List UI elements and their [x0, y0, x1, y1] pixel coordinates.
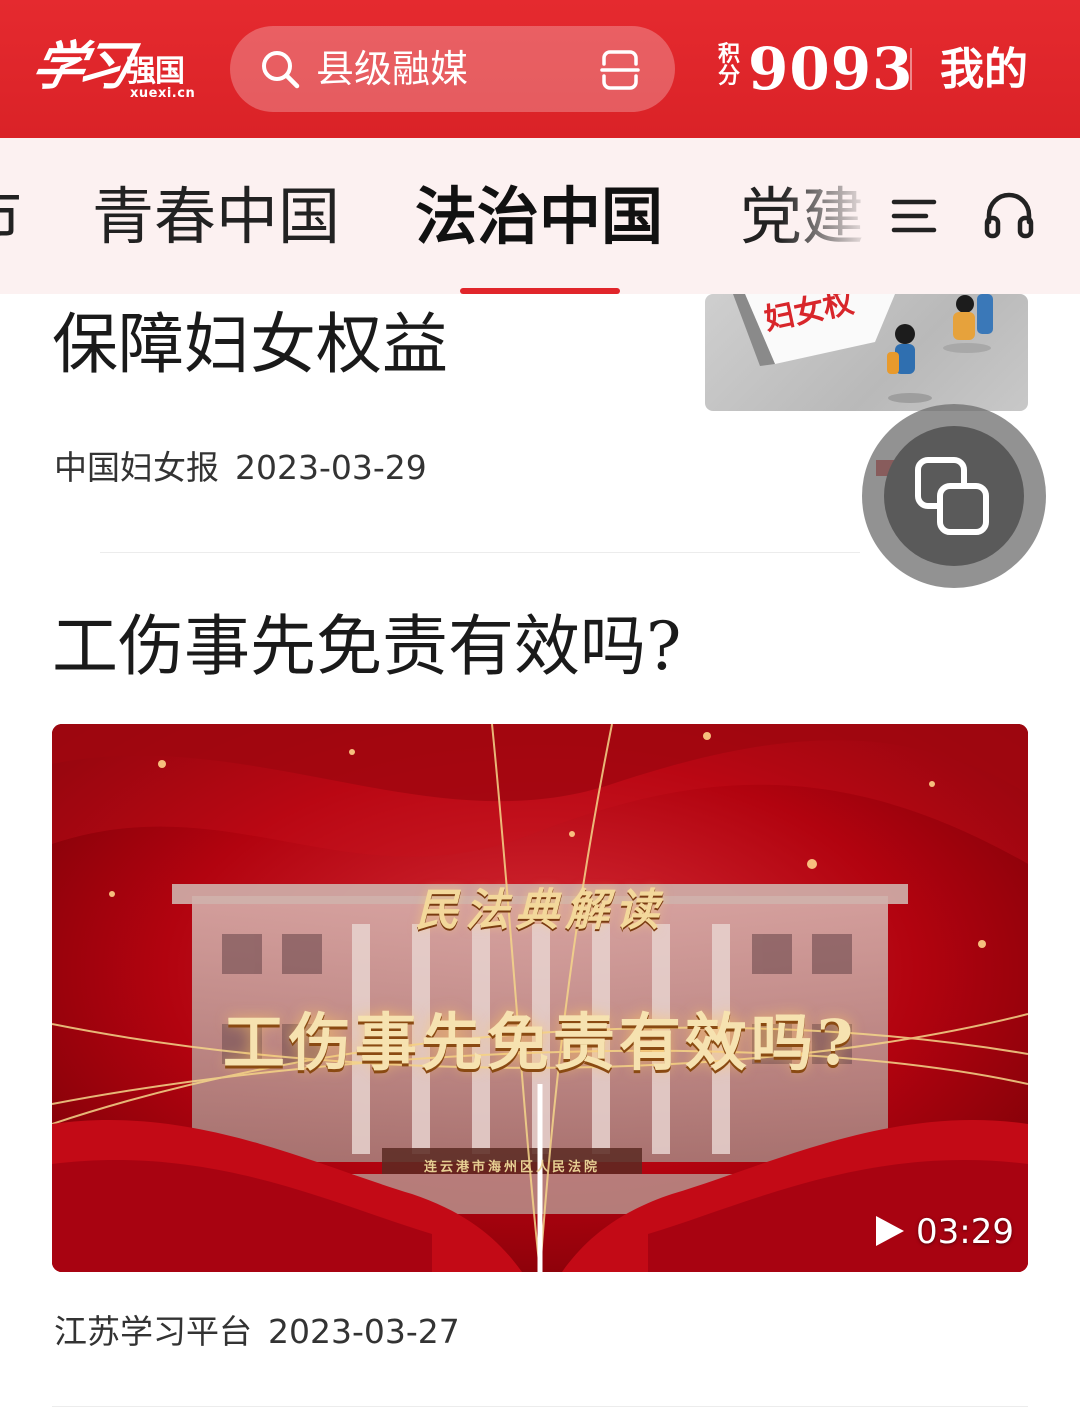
logo-text: 强国	[126, 54, 185, 89]
search-placeholder: 县级融媒	[316, 47, 469, 91]
points-value[interactable]: 9093	[748, 34, 913, 104]
video-overlay-main: 工伤事先免责有效吗?	[222, 1006, 858, 1079]
search-icon	[262, 51, 300, 89]
tab-prev-channel[interactable]: 市	[0, 180, 22, 254]
article-source: 江苏学习平台	[54, 1312, 252, 1351]
tab-scroll-fade	[780, 138, 890, 294]
video-duration: 03:29	[916, 1212, 1014, 1252]
logo-domain: xuexi.cn	[130, 86, 196, 101]
channel-tab-bar: 市 青春中国 法治中国 党建	[0, 138, 1080, 294]
multi-window-icon	[915, 457, 989, 535]
active-tab-indicator	[460, 288, 620, 294]
play-icon	[876, 1216, 904, 1246]
thumbnail-illustration: 妇女权	[733, 294, 993, 403]
mine-button[interactable]: 我的	[940, 40, 1028, 100]
video-thumbnail[interactable]: 民法典解读 工伤事先免责有效吗? 连云港市海州区人民法院 03:29	[52, 724, 1028, 1272]
article-title[interactable]: 工伤事先免责有效吗?	[52, 604, 681, 690]
search-bar[interactable]: 县级融媒	[230, 26, 675, 112]
list-divider	[52, 1406, 1028, 1407]
article-date: 2023-03-27	[268, 1312, 460, 1351]
tab-fazhi-zhongguo[interactable]: 法治中国	[415, 180, 663, 254]
list-divider	[100, 552, 860, 553]
logo-brush-text: 学习	[26, 36, 132, 97]
article-source: 中国妇女报	[54, 448, 219, 487]
article-thumbnail[interactable]: 妇女权	[705, 294, 1028, 411]
headphones-icon[interactable]	[982, 188, 1036, 242]
app-logo[interactable]: 学习 强国 xuexi.cn	[26, 22, 196, 102]
menu-icon[interactable]	[890, 192, 938, 240]
scan-icon[interactable]	[598, 48, 642, 92]
video-court-sign: 连云港市海州区人民法院	[423, 1160, 600, 1175]
tab-qingchun-zhongguo[interactable]: 青春中国	[92, 180, 340, 254]
header-divider	[910, 48, 912, 90]
top-header: 学习 强国 xuexi.cn 县级融媒 积分 9093 我的	[0, 0, 1080, 138]
video-overlay-title: 民法典解读	[415, 885, 665, 936]
article-date: 2023-03-29	[235, 448, 427, 487]
article-meta: 中国妇女报 2023-03-29	[54, 446, 427, 490]
floating-window-button[interactable]	[862, 404, 1046, 588]
article-meta: 江苏学习平台 2023-03-27	[54, 1310, 460, 1354]
points-label: 积分	[717, 42, 740, 89]
article-title[interactable]: 保障妇女权益	[52, 302, 448, 388]
